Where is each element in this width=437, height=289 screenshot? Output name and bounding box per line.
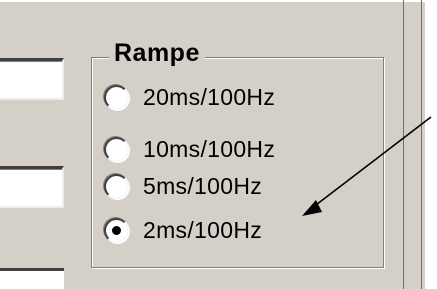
arrow-line [311, 116, 432, 209]
annotation-arrow [302, 116, 432, 216]
